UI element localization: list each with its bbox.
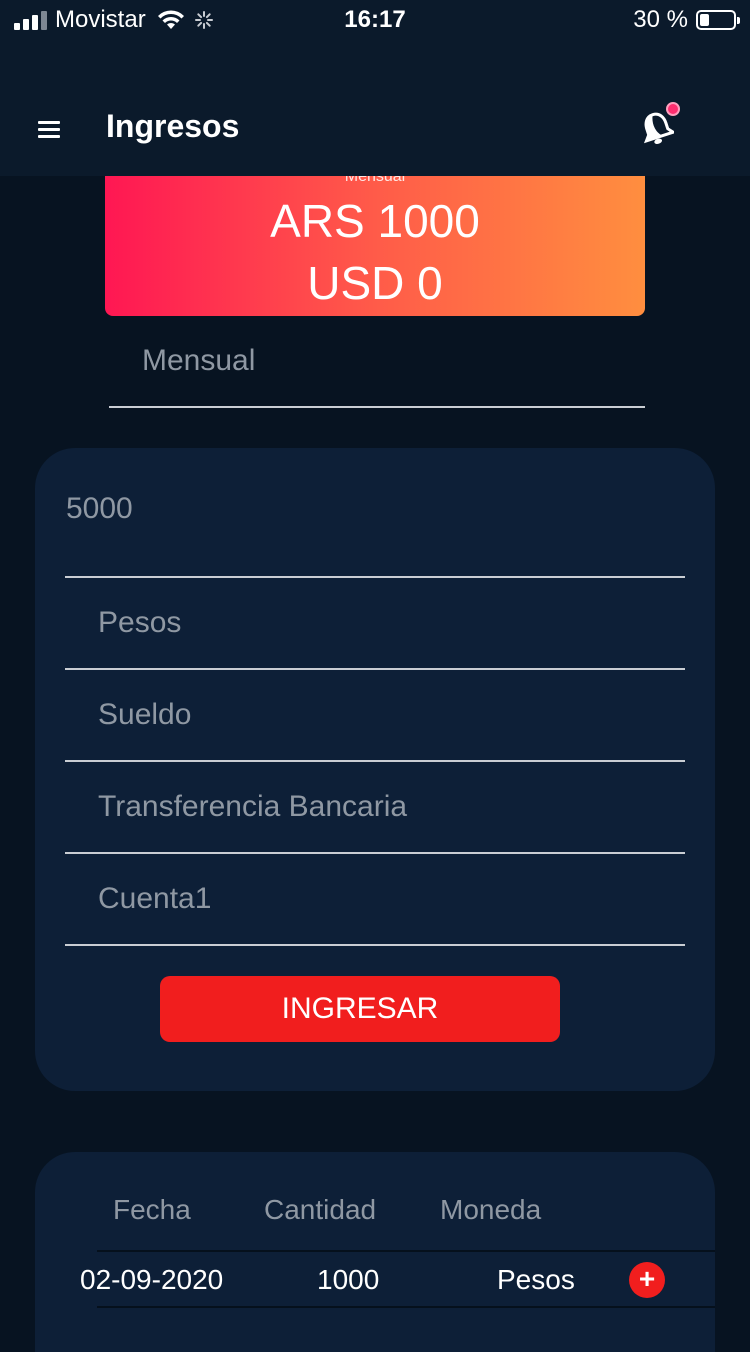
category-select[interactable]: Sueldo [65, 670, 685, 762]
usd-total: USD 0 [307, 257, 443, 309]
currency-select[interactable]: Pesos [65, 578, 685, 670]
app-header: Ingresos [0, 44, 750, 176]
add-row-button[interactable]: + [629, 1262, 665, 1298]
balance-summary-card: Mensual ARS 1000 USD 0 [105, 176, 645, 316]
account-select-value: Cuenta1 [98, 882, 212, 915]
account-select[interactable]: Cuenta1 [65, 854, 685, 946]
battery-percent: 30 % [633, 6, 688, 33]
column-header-fecha: Fecha [113, 1194, 191, 1225]
period-select[interactable]: Mensual [109, 330, 645, 408]
status-right: 30 % [633, 6, 740, 34]
income-form: 5000 Pesos Sueldo Transferencia Bancaria… [35, 448, 715, 1091]
table-divider [97, 1250, 715, 1252]
category-select-value: Sueldo [98, 698, 192, 731]
column-header-cantidad: Cantidad [264, 1194, 377, 1225]
battery-fill [700, 14, 709, 26]
summary-period-label: Mensual [344, 176, 406, 185]
table-cell-cantidad: 1000 [317, 1264, 380, 1295]
amount-input[interactable]: 5000 [65, 448, 685, 578]
status-bar: Movistar 16:17 30 % [0, 0, 750, 44]
bell-icon [643, 112, 674, 144]
income-table: Fecha Cantidad Moneda 02-09-2020 1000 Pe… [35, 1152, 715, 1352]
table-cell-fecha: 02-09-2020 [80, 1264, 224, 1295]
payment-method-select-value: Transferencia Bancaria [98, 790, 408, 823]
hamburger-menu-icon[interactable] [38, 121, 60, 139]
period-select-value: Mensual [142, 344, 256, 377]
table-cell-moneda: Pesos [497, 1264, 575, 1295]
page-title: Ingresos [106, 108, 240, 144]
notification-badge [666, 102, 680, 116]
column-header-moneda: Moneda [440, 1194, 542, 1225]
ingresar-button[interactable]: INGRESAR [160, 976, 560, 1042]
notifications-button[interactable] [640, 102, 684, 146]
amount-input-value: 5000 [66, 492, 133, 525]
ars-total: ARS 1000 [270, 195, 480, 247]
payment-method-select[interactable]: Transferencia Bancaria [65, 762, 685, 854]
battery-icon [696, 10, 740, 30]
currency-select-value: Pesos [98, 606, 182, 639]
table-divider [97, 1306, 715, 1308]
